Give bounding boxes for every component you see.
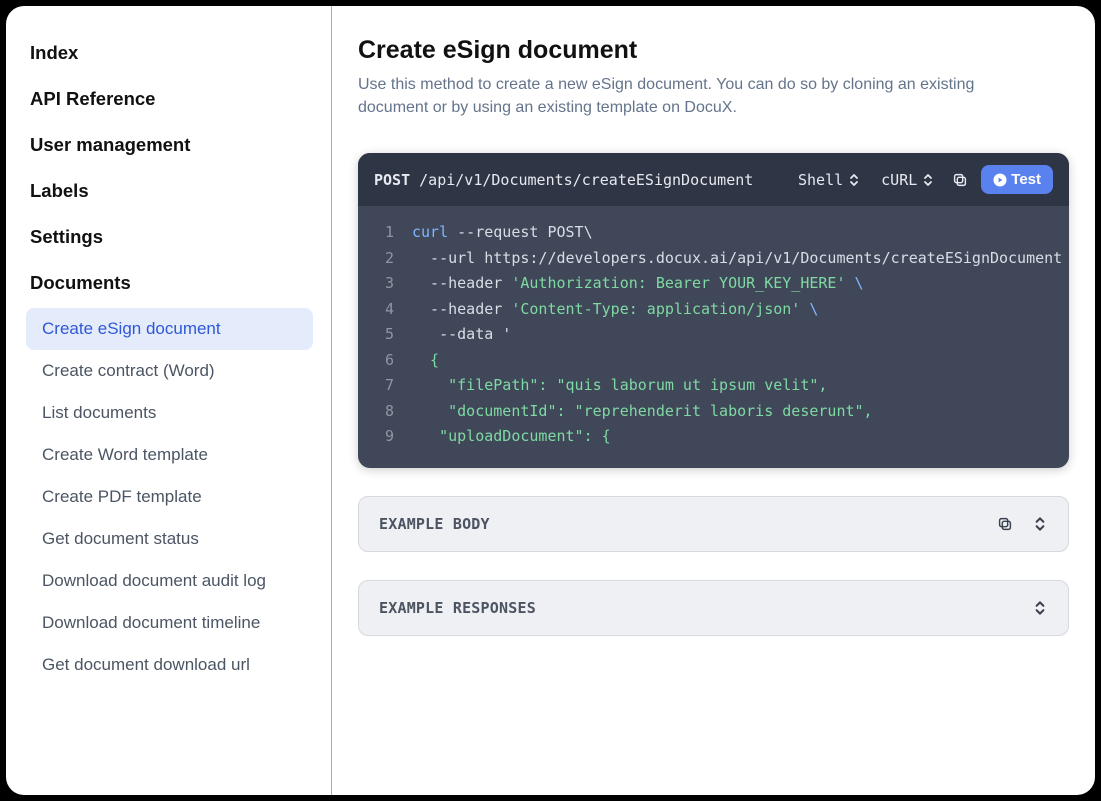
panel-actions <box>996 515 1048 533</box>
sidebar-section-user-management[interactable]: User management <box>26 122 313 168</box>
panel-title: EXAMPLE BODY <box>379 515 984 533</box>
play-icon <box>993 173 1007 187</box>
code-body: 1 2 3 4 5 6 7 8 9 curl --request POST\ -… <box>358 206 1069 468</box>
line-number: 1 <box>358 220 394 246</box>
example-responses-panel[interactable]: EXAMPLE RESPONSES <box>358 580 1069 636</box>
language-selector[interactable]: Shell <box>794 169 865 191</box>
code-line: curl --request POST\ <box>412 220 1053 246</box>
line-number: 2 <box>358 246 394 272</box>
endpoint-label: POST /api/v1/Documents/createESignDocume… <box>374 171 782 189</box>
code-line: "uploadDocument": { <box>412 424 1053 450</box>
sidebar-item-create-pdf-template[interactable]: Create PDF template <box>26 476 313 518</box>
sidebar-item-download-audit-log[interactable]: Download document audit log <box>26 560 313 602</box>
chevron-up-down-icon <box>847 172 861 188</box>
test-button[interactable]: Test <box>981 165 1053 194</box>
sidebar-section-documents[interactable]: Documents <box>26 260 313 306</box>
code-header: POST /api/v1/Documents/createESignDocume… <box>358 153 1069 206</box>
sidebar-item-create-esign-document[interactable]: Create eSign document <box>26 308 313 350</box>
sidebar-section-api-reference[interactable]: API Reference <box>26 76 313 122</box>
sidebar-documents-items: Create eSign document Create contract (W… <box>26 308 313 686</box>
code-lines[interactable]: curl --request POST\ --url https://devel… <box>412 220 1069 450</box>
sidebar-item-create-word-template[interactable]: Create Word template <box>26 434 313 476</box>
line-number: 4 <box>358 297 394 323</box>
line-number: 3 <box>358 271 394 297</box>
main-content: Create eSign document Use this method to… <box>332 6 1095 795</box>
line-number: 7 <box>358 373 394 399</box>
language-selector-label: Shell <box>798 171 843 189</box>
page-description: Use this method to create a new eSign do… <box>358 73 978 119</box>
sidebar-item-get-download-url[interactable]: Get document download url <box>26 644 313 686</box>
sidebar-section-index[interactable]: Index <box>26 30 313 76</box>
code-line: "filePath": "quis laborum ut ipsum velit… <box>412 373 1053 399</box>
copy-icon[interactable] <box>951 171 969 189</box>
code-line: { <box>412 348 1053 374</box>
code-line: --url https://developers.docux.ai/api/v1… <box>412 246 1053 272</box>
client-selector[interactable]: cURL <box>877 169 939 191</box>
line-number: 5 <box>358 322 394 348</box>
code-line: --data ' <box>412 322 1053 348</box>
sidebar-section-settings[interactable]: Settings <box>26 214 313 260</box>
test-button-label: Test <box>1011 171 1041 188</box>
page-title: Create eSign document <box>358 36 1069 65</box>
sidebar-item-download-timeline[interactable]: Download document timeline <box>26 602 313 644</box>
client-selector-label: cURL <box>881 171 917 189</box>
endpoint-path: /api/v1/Documents/createESignDocument <box>419 171 753 189</box>
sidebar: Index API Reference User management Labe… <box>6 6 332 795</box>
line-number: 6 <box>358 348 394 374</box>
sidebar-section-labels[interactable]: Labels <box>26 168 313 214</box>
sidebar-item-create-contract-word[interactable]: Create contract (Word) <box>26 350 313 392</box>
example-body-panel[interactable]: EXAMPLE BODY <box>358 496 1069 552</box>
code-example-card: POST /api/v1/Documents/createESignDocume… <box>358 153 1069 468</box>
sidebar-item-get-document-status[interactable]: Get document status <box>26 518 313 560</box>
line-number-gutter: 1 2 3 4 5 6 7 8 9 <box>358 220 412 450</box>
chevron-up-down-icon[interactable] <box>1032 599 1048 617</box>
panel-title: EXAMPLE RESPONSES <box>379 599 1020 617</box>
http-method: POST <box>374 171 410 189</box>
code-line: --header 'Content-Type: application/json… <box>412 297 1053 323</box>
app-window: Index API Reference User management Labe… <box>6 6 1095 795</box>
chevron-up-down-icon <box>921 172 935 188</box>
panel-actions <box>1032 599 1048 617</box>
line-number: 9 <box>358 424 394 450</box>
chevron-up-down-icon[interactable] <box>1032 515 1048 533</box>
code-line: --header 'Authorization: Bearer YOUR_KEY… <box>412 271 1053 297</box>
line-number: 8 <box>358 399 394 425</box>
sidebar-item-list-documents[interactable]: List documents <box>26 392 313 434</box>
code-line: "documentId": "reprehenderit laboris des… <box>412 399 1053 425</box>
copy-icon[interactable] <box>996 515 1014 533</box>
